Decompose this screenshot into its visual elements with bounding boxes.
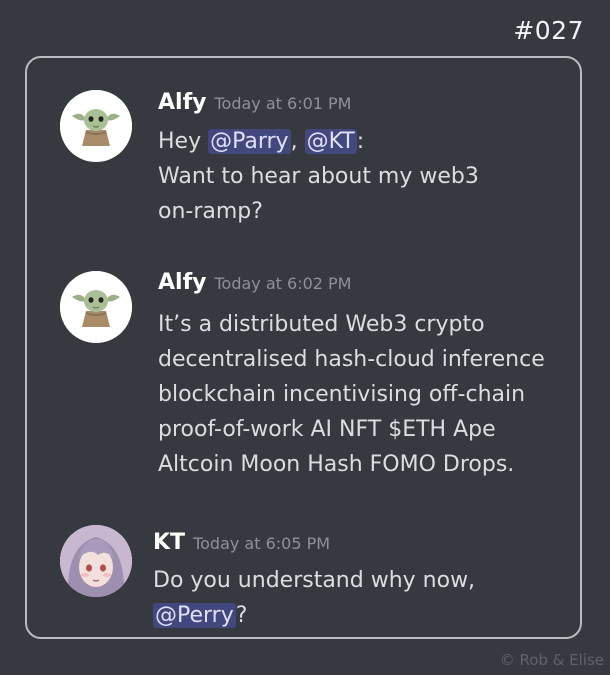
avatar-kt[interactable] — [60, 525, 132, 597]
message-line: It’s a distributed Web3 crypto — [158, 307, 545, 342]
comic-number: #027 — [513, 16, 584, 45]
message-content: Do you understand why now, @Perry? — [153, 563, 475, 633]
username[interactable]: KT — [153, 530, 185, 555]
message-text: It’s a distributed Web3 crypto — [158, 312, 485, 337]
message-text: Hey — [158, 129, 209, 154]
message-text: proof-of-work AI NFT $ETH Ape — [158, 417, 496, 442]
message-line: blockchain incentivising off-chain — [158, 377, 545, 412]
avatar-alfy[interactable] — [60, 271, 132, 343]
user-mention[interactable]: @Perry — [153, 603, 236, 628]
message-text: decentralised hash-cloud inference — [158, 347, 545, 372]
message-line: proof-of-work AI NFT $ETH Ape — [158, 412, 545, 447]
timestamp: Today at 6:01 PM — [214, 94, 352, 113]
username[interactable]: Alfy — [158, 90, 206, 115]
timestamp: Today at 6:05 PM — [193, 534, 331, 553]
baby-alien-icon — [60, 271, 132, 343]
user-mention[interactable]: @Parry — [208, 129, 291, 154]
message-line: Altcoin Moon Hash FOMO Drops. — [158, 447, 545, 482]
message-text: on-ramp? — [158, 199, 263, 224]
message-text: ? — [235, 603, 248, 628]
username[interactable]: Alfy — [158, 270, 206, 295]
message-text: blockchain incentivising off-chain — [158, 382, 526, 407]
message-header: Alfy Today at 6:02 PM — [158, 270, 351, 295]
message-line: @Perry? — [153, 598, 475, 633]
message-content: Hey @Parry, @KT: Want to hear about my we… — [158, 124, 479, 229]
message-line: Hey @Parry, @KT: — [158, 124, 479, 159]
baby-alien-icon — [60, 90, 132, 162]
chat-panel: Alfy Today at 6:01 PM Hey @Parry, @KT: Wan… — [25, 56, 582, 639]
avatar-alfy[interactable] — [60, 90, 132, 162]
credit-text: © Rob & Elise — [499, 651, 604, 669]
message-text: , — [290, 129, 305, 154]
timestamp: Today at 6:02 PM — [214, 274, 352, 293]
message-line: on-ramp? — [158, 194, 479, 229]
message-line: Want to hear about my web3 — [158, 159, 479, 194]
message-content: It’s a distributed Web3 crypto decentrali… — [158, 307, 545, 482]
message-line: Do you understand why now, — [153, 563, 475, 598]
message-text: Altcoin Moon Hash FOMO Drops. — [158, 452, 515, 477]
anime-girl-icon — [60, 525, 132, 597]
message-header: KT Today at 6:05 PM — [153, 530, 330, 555]
message-header: Alfy Today at 6:01 PM — [158, 90, 351, 115]
message-text: Want to hear about my web3 — [158, 164, 479, 189]
user-mention[interactable]: @KT — [304, 129, 357, 154]
message-text: : — [356, 129, 365, 154]
message-text: Do you understand why now, — [153, 568, 476, 593]
message-line: decentralised hash-cloud inference — [158, 342, 545, 377]
